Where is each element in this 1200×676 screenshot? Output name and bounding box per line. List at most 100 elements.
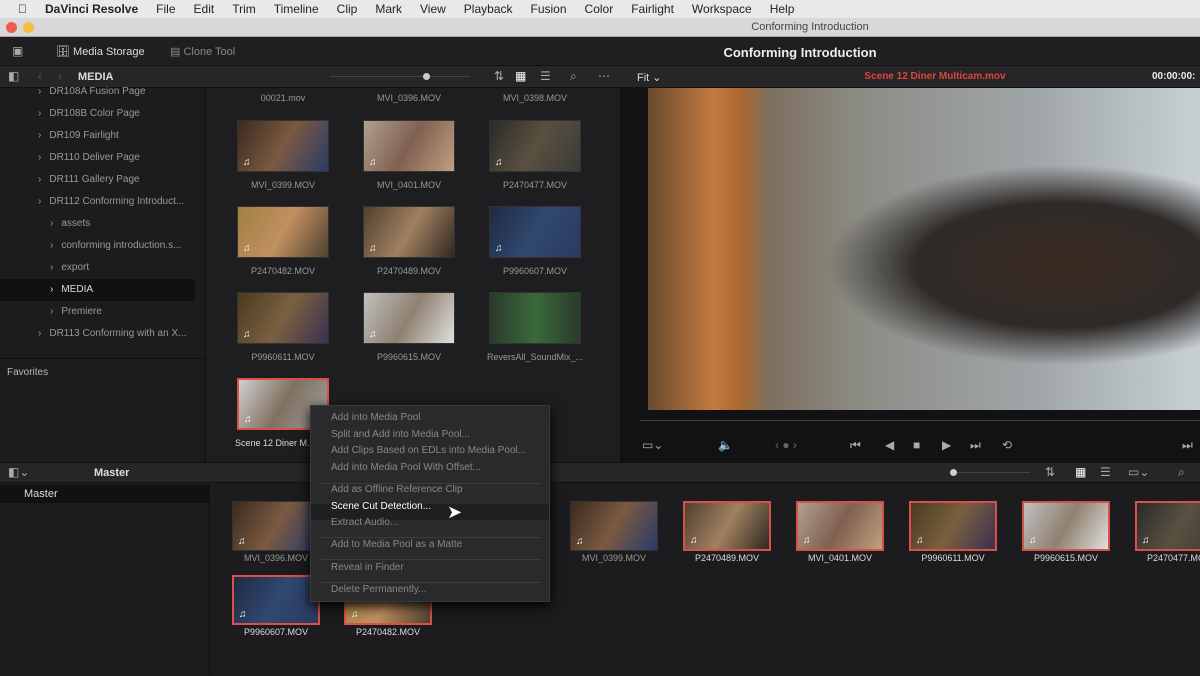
menu-edit[interactable]: Edit — [194, 2, 215, 16]
pool-clip[interactable]: ♫ — [232, 501, 320, 551]
loop-icon[interactable]: ⟲ — [1002, 438, 1012, 452]
bin-master[interactable]: Master — [0, 485, 210, 503]
list-view-icon[interactable]: ☰ — [540, 69, 551, 83]
tree-item[interactable]: › Premiere — [0, 301, 195, 323]
menu-fairlight[interactable]: Fairlight — [631, 2, 674, 16]
menu-view[interactable]: View — [420, 2, 446, 16]
volume-icon[interactable]: 🔈 — [718, 438, 733, 452]
pool-clip[interactable]: ♫ — [570, 501, 658, 551]
tree-item[interactable]: › DR109 Fairlight — [0, 125, 195, 147]
tree-item[interactable]: › DR112 Conforming Introduct... — [0, 191, 195, 213]
menu-item-scene-cut-detection[interactable]: Scene Cut Detection... — [331, 501, 431, 512]
media-clip[interactable]: ♫ — [363, 120, 455, 172]
menu-color[interactable]: Color — [585, 2, 614, 16]
menu-file[interactable]: File — [156, 2, 175, 16]
skip-start-icon[interactable]: ⏮ — [850, 438, 861, 453]
audio-note-icon: ♫ — [576, 536, 584, 547]
jog-icon[interactable]: ‹ ● › — [775, 438, 797, 452]
play-icon[interactable]: ▶ — [942, 438, 951, 452]
chevron-right-icon[interactable]: › — [38, 86, 41, 97]
menu-mark[interactable]: Mark — [375, 2, 402, 16]
tree-item-label: MEDIA — [61, 284, 94, 295]
more-options-icon[interactable]: ⋯ — [598, 69, 610, 83]
tree-item[interactable]: › MEDIA — [0, 279, 195, 301]
menu-timeline[interactable]: Timeline — [274, 2, 319, 16]
media-clip[interactable]: ♫ — [237, 206, 329, 258]
tree-item[interactable]: › DR113 Conforming with an X... — [0, 323, 195, 345]
pool-clip[interactable]: ♫ — [796, 501, 884, 551]
tree-item[interactable]: › assets — [0, 213, 195, 235]
menu-item-split-and-add-into-media-pool[interactable]: Split and Add into Media Pool... — [331, 429, 470, 440]
menu-app[interactable]: DaVinci Resolve — [45, 2, 138, 16]
sort-icon[interactable]: ⇅ — [494, 69, 504, 83]
chevron-right-icon[interactable]: › — [38, 196, 41, 207]
pool-filmstrip-icon[interactable]: ▭⌄ — [1128, 465, 1149, 479]
clone-tool-button[interactable]: ▤ Clone Tool — [170, 45, 235, 58]
menu-fusion[interactable]: Fusion — [531, 2, 567, 16]
menu-item-reveal-in-finder[interactable]: Reveal in Finder — [331, 562, 404, 573]
thumb-size-slider[interactable] — [330, 73, 470, 80]
pool-clip[interactable]: ♫ — [232, 575, 320, 625]
menu-item-delete-permanently[interactable]: Delete Permanently... — [331, 584, 426, 595]
zoom-dropdown[interactable]: Fit ⌄ — [637, 71, 662, 84]
media-clip[interactable]: ♫ — [237, 120, 329, 172]
menu-trim[interactable]: Trim — [232, 2, 256, 16]
menu-item-add-into-media-pool[interactable]: Add into Media Pool — [331, 412, 421, 423]
panel-toggle-icon[interactable]: ▣ — [12, 44, 23, 58]
chevron-right-icon[interactable]: › — [50, 284, 53, 295]
tree-item[interactable]: › DR108B Color Page — [0, 103, 195, 125]
menu-item-add-clips-based-on-edls-into-media-pool[interactable]: Add Clips Based on EDLs into Media Pool.… — [331, 445, 526, 456]
pool-thumb-slider[interactable] — [950, 469, 1030, 476]
media-clip[interactable]: ♫ — [489, 120, 581, 172]
chevron-right-icon[interactable]: › — [50, 262, 53, 273]
tree-item[interactable]: › DR111 Gallery Page — [0, 169, 195, 191]
chevron-right-icon[interactable]: › — [38, 152, 41, 163]
chevron-right-icon[interactable]: › — [38, 108, 41, 119]
media-clip[interactable] — [489, 292, 581, 344]
menu-playback[interactable]: Playback — [464, 2, 513, 16]
scrubber-bar[interactable] — [640, 420, 1200, 421]
media-storage-button[interactable]: 🗄 Media Storage — [56, 45, 145, 58]
menu-item-add-to-media-pool-as-a-matte[interactable]: Add to Media Pool as a Matte — [331, 539, 462, 550]
pool-grid-view-icon[interactable]: ▦ — [1075, 465, 1086, 479]
close-window-button[interactable] — [6, 22, 17, 33]
pool-clip[interactable]: ♫ — [1022, 501, 1110, 551]
chevron-right-icon[interactable]: › — [50, 306, 53, 317]
chevron-right-icon[interactable]: › — [38, 130, 41, 141]
skip-end-icon[interactable]: ⏭ — [970, 438, 981, 453]
media-clip[interactable]: ♫ — [363, 292, 455, 344]
media-clip[interactable]: ♫ — [489, 206, 581, 258]
chevron-right-icon[interactable]: › — [50, 240, 53, 251]
menu-clip[interactable]: Clip — [337, 2, 358, 16]
end-icon[interactable]: ⏭ — [1182, 438, 1193, 453]
apple-icon[interactable]:  — [18, 2, 27, 16]
play-reverse-icon[interactable]: ◀ — [885, 438, 894, 452]
menu-item-add-as-offline-reference-clip[interactable]: Add as Offline Reference Clip — [331, 484, 463, 495]
pool-search-icon[interactable]: ⌕ — [1178, 465, 1185, 480]
chevron-right-icon[interactable]: › — [38, 328, 41, 339]
bin-list-toggle-icon[interactable]: ◧⌄ — [8, 465, 29, 479]
pool-sort-icon[interactable]: ⇅ — [1045, 465, 1055, 479]
tree-item[interactable]: › DR110 Deliver Page — [0, 147, 195, 169]
pool-clip[interactable]: ♫ — [909, 501, 997, 551]
menu-help[interactable]: Help — [770, 2, 795, 16]
menu-item-extract-audio[interactable]: Extract Audio... — [331, 517, 398, 528]
chevron-right-icon[interactable]: › — [50, 218, 53, 229]
stop-icon[interactable]: ■ — [913, 438, 920, 452]
tree-item[interactable]: › conforming introduction.s... — [0, 235, 195, 257]
pool-list-view-icon[interactable]: ☰ — [1100, 465, 1111, 479]
media-clip[interactable]: ♫ — [237, 292, 329, 344]
media-clip[interactable]: ♫ — [363, 206, 455, 258]
menu-workspace[interactable]: Workspace — [692, 2, 752, 16]
chevron-right-icon[interactable]: › — [38, 174, 41, 185]
pool-clip[interactable]: ♫ — [1135, 501, 1200, 551]
tree-item[interactable]: › export — [0, 257, 195, 279]
grid-view-icon[interactable]: ▦ — [515, 69, 526, 83]
pool-clip[interactable]: ♫ — [683, 501, 771, 551]
minimize-window-button[interactable] — [23, 22, 34, 33]
viewer-mode-icon[interactable]: ▭⌄ — [642, 438, 663, 452]
viewer-frame[interactable] — [648, 88, 1200, 410]
menu-item-add-into-media-pool-with-offset[interactable]: Add into Media Pool With Offset... — [331, 462, 481, 473]
search-icon[interactable]: ⌕ — [570, 69, 577, 84]
tree-item[interactable]: › DR108A Fusion Page — [0, 81, 195, 103]
